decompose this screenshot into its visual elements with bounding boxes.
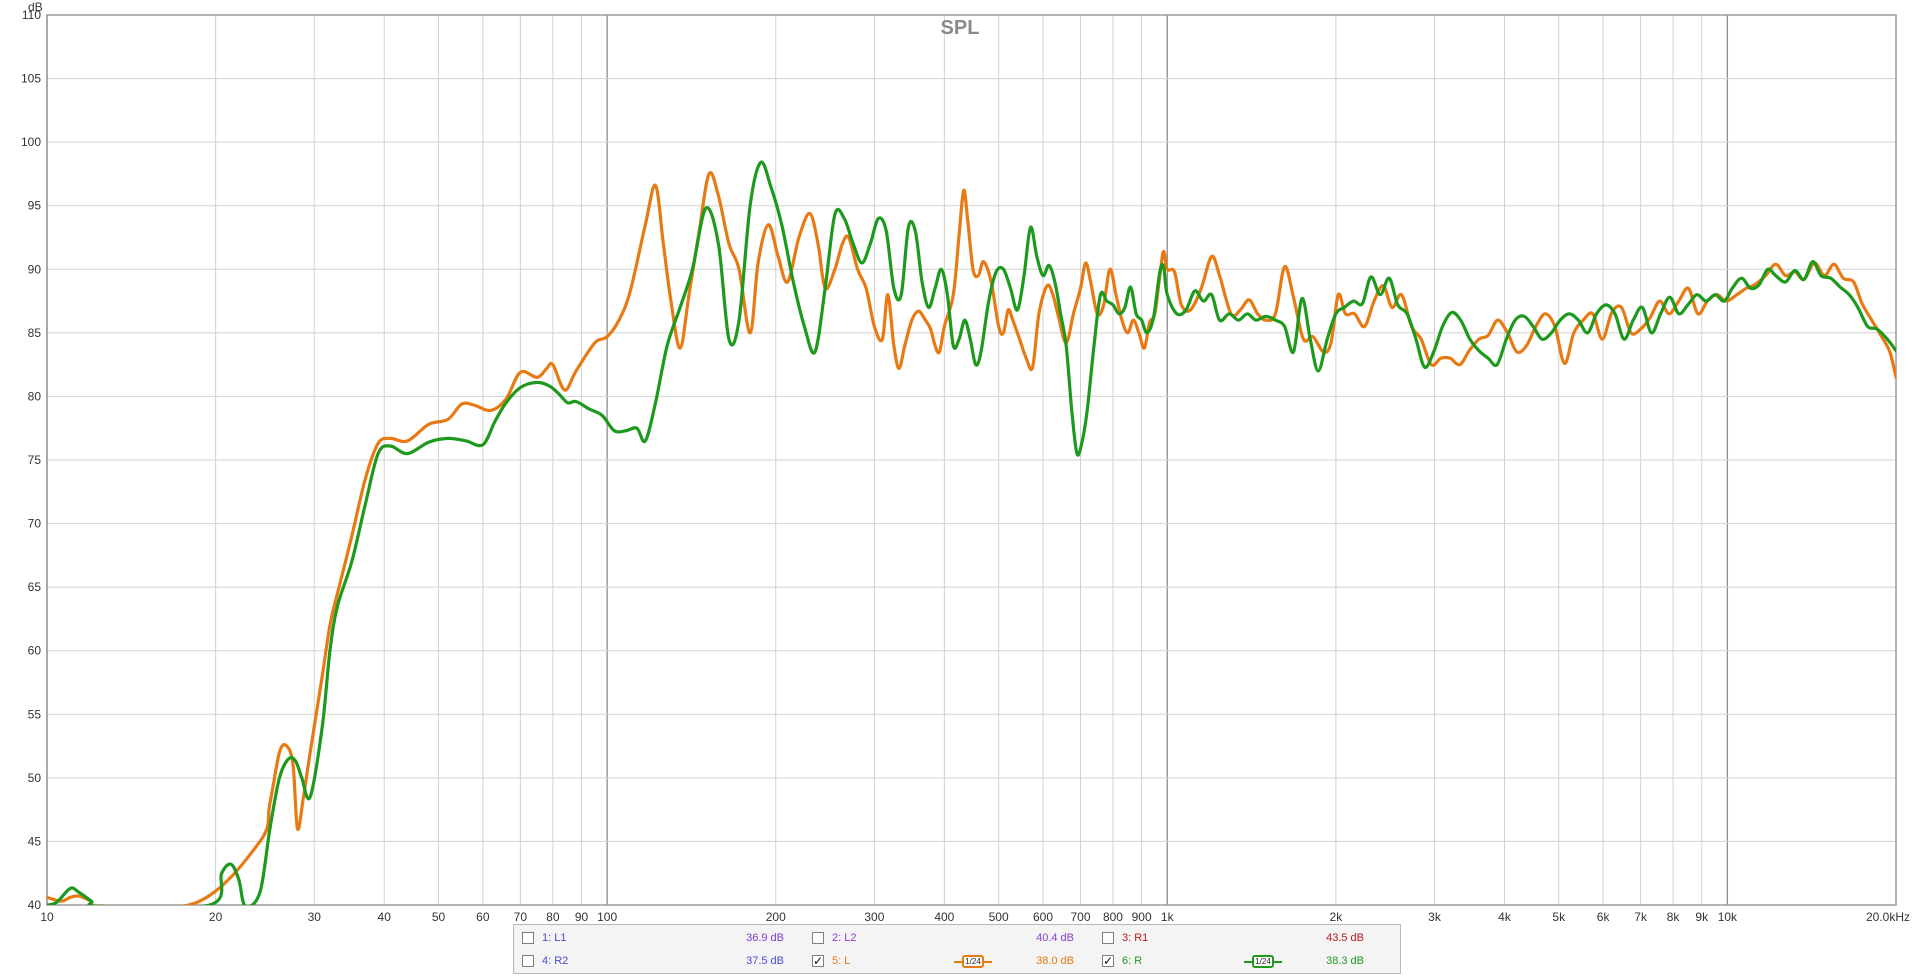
legend-value: 40.4 dB [1036, 932, 1074, 944]
legend-label: 3: R1 [1122, 932, 1149, 944]
legend-entry[interactable]: ✓ 5: L 1/24 38.0 dB [804, 950, 1094, 972]
y-tick-label: 45 [28, 834, 42, 848]
y-tick-label: 60 [28, 644, 42, 658]
legend-value: 43.5 dB [1326, 932, 1364, 944]
x-tick-label: 7k [1634, 910, 1648, 924]
x-tick-label: 10 [40, 910, 54, 924]
legend-checkbox[interactable]: ✓ [1102, 955, 1114, 967]
x-tick-label: 900 [1132, 910, 1152, 924]
x-tick-label: 20.0kHz [1866, 910, 1910, 924]
smoothing-indicator[interactable]: 1/24 [954, 955, 992, 969]
legend-value: 37.5 dB [746, 955, 784, 967]
spl-chart: 404550556065707580859095100105110 10 20 30… [21, 0, 1910, 924]
legend-checkbox[interactable]: ✓ [812, 955, 824, 967]
y-tick-label: 75 [28, 453, 42, 467]
legend-value: 38.0 dB [1036, 955, 1074, 967]
x-tick-label: 40 [378, 910, 392, 924]
smoothing-label: 1/24 [1252, 955, 1274, 968]
x-tick-label: 3k [1428, 910, 1442, 924]
x-tick-label: 6k [1597, 910, 1611, 924]
x-tick-label: 30 [308, 910, 322, 924]
y-tick-labels: 404550556065707580859095100105110 [21, 8, 41, 912]
legend-checkbox[interactable] [1102, 932, 1114, 944]
legend-label: 2: L2 [832, 932, 857, 944]
plot-area [47, 160, 1896, 905]
legend-checkbox[interactable] [522, 955, 534, 967]
y-tick-label: 95 [28, 199, 42, 213]
y-tick-label: 65 [28, 580, 42, 594]
x-tick-label: 500 [989, 910, 1009, 924]
x-tick-label: 20 [209, 910, 223, 924]
legend-entry[interactable]: 3: R1 43.5 dB [1094, 927, 1384, 949]
legend-checkbox[interactable] [812, 932, 824, 944]
smoothing-label: 1/24 [962, 955, 984, 968]
x-tick-label: 50 [432, 910, 446, 924]
legend-label: 6: R [1122, 955, 1143, 967]
legend-checkbox[interactable] [522, 932, 534, 944]
x-tick-label: 90 [575, 910, 589, 924]
legend: 1: L1 36.9 dB 2: L2 40.4 dB 3: R1 43.5 dB 4: R… [513, 924, 1401, 974]
y-tick-label: 70 [28, 517, 42, 531]
legend-entry[interactable]: 2: L2 40.4 dB [804, 927, 1094, 949]
y-tick-label: 80 [28, 389, 42, 403]
chart-title: SPL [941, 17, 980, 39]
legend-value: 36.9 dB [746, 932, 784, 944]
legend-entry[interactable]: ✓ 6: R 1/24 38.3 dB [1094, 950, 1384, 972]
x-tick-label: 8k [1667, 910, 1681, 924]
legend-entry[interactable]: 4: R2 37.5 dB [514, 950, 804, 972]
y-tick-label: 55 [28, 707, 42, 721]
x-tick-label: 400 [934, 910, 954, 924]
x-tick-label: 60 [476, 910, 490, 924]
legend-label: 1: L1 [542, 932, 567, 944]
x-tick-label: 10k [1718, 910, 1738, 924]
x-tick-label: 300 [864, 910, 884, 924]
y-tick-label: 105 [21, 72, 41, 86]
series-line-l [47, 171, 1896, 905]
x-tick-label: 4k [1498, 910, 1512, 924]
x-tick-label: 800 [1103, 910, 1123, 924]
y-tick-label: 90 [28, 262, 42, 276]
x-tick-label: 200 [766, 910, 786, 924]
x-tick-label: 5k [1552, 910, 1566, 924]
x-tick-label: 2k [1330, 910, 1344, 924]
series-line-r [47, 160, 1896, 905]
x-tick-label: 70 [514, 910, 528, 924]
legend-entry[interactable]: 1: L1 36.9 dB [514, 927, 804, 949]
y-tick-label: 85 [28, 326, 42, 340]
smoothing-indicator[interactable]: 1/24 [1244, 955, 1282, 969]
x-tick-labels: 10 20 30 40 50 60 70 80 90 100 200 300 400 500 600 700 8… [40, 910, 1910, 924]
legend-label: 4: R2 [542, 955, 569, 967]
legend-label: 5: L [832, 955, 851, 967]
legend-value: 38.3 dB [1326, 955, 1364, 967]
grid [46, 14, 1897, 906]
y-tick-label: 50 [28, 771, 42, 785]
y-tick-label: 100 [21, 135, 41, 149]
y-axis-unit-label: dB [28, 0, 43, 14]
x-tick-label: 600 [1033, 910, 1053, 924]
x-tick-label: 80 [546, 910, 560, 924]
x-tick-label: 100 [597, 910, 617, 924]
x-tick-label: 1k [1161, 910, 1175, 924]
x-tick-label: 700 [1070, 910, 1090, 924]
y-tick-label: 40 [28, 898, 42, 912]
x-tick-label: 9k [1695, 910, 1709, 924]
